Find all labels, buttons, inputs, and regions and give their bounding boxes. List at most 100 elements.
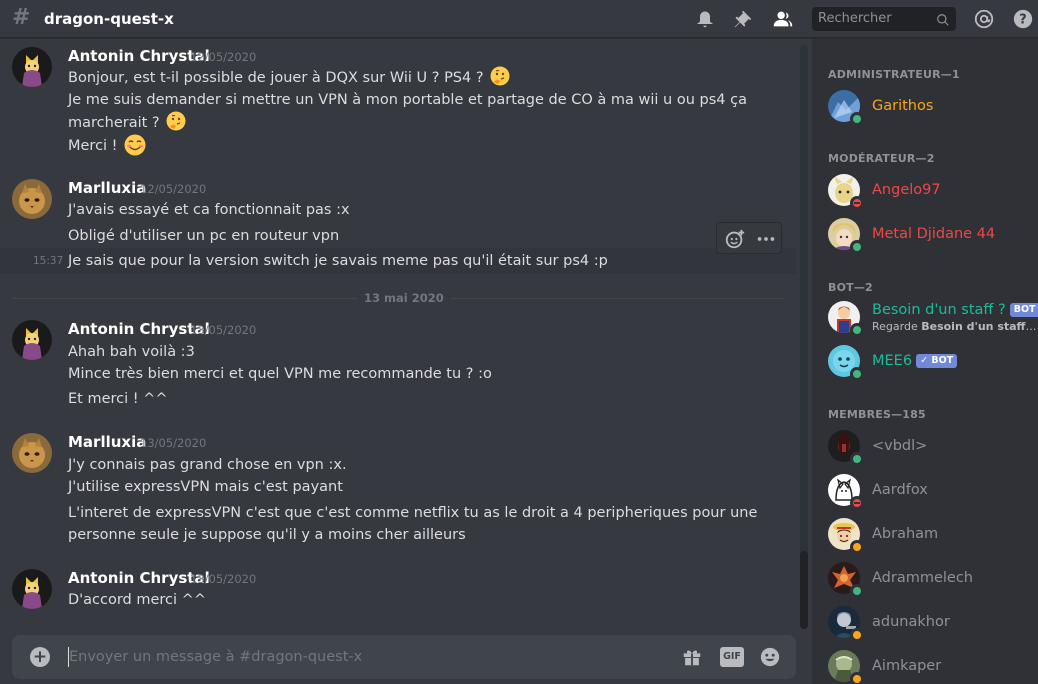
help-icon[interactable]: ? <box>1011 7 1035 31</box>
channel-name: dragon-quest-x <box>44 10 174 28</box>
gif-button[interactable]: GIF <box>720 647 744 667</box>
message-composer[interactable]: + Envoyer un message à #dragon-quest-x G… <box>12 635 796 679</box>
message-line: J'y connais pas grand chose en vpn :x. <box>68 457 347 473</box>
scrollbar-thumb[interactable] <box>800 551 808 629</box>
member-list: ADMINISTRATEUR—1 Garithos MODÉRATEUR—2 A… <box>812 39 1038 684</box>
member-activity: Regarde Besoin d'un staff ? M... <box>872 320 1038 333</box>
avatar[interactable] <box>12 47 52 87</box>
member-name: Aardfox <box>872 482 928 498</box>
member-item[interactable]: Abraham <box>820 513 1038 555</box>
status-online-indicator <box>850 112 864 126</box>
member-group-title: ADMINISTRATEUR—1 <box>828 68 960 81</box>
message-input[interactable]: Envoyer un message à #dragon-quest-x <box>69 647 362 667</box>
avatar[interactable] <box>12 179 52 219</box>
message-line: Bonjour, est t-il possible de jouer à DQ… <box>68 66 510 89</box>
message-line: personne seule je suppose qu'il y a moin… <box>68 527 466 543</box>
emoji-picker-icon[interactable] <box>758 645 782 669</box>
status-dnd-indicator <box>850 196 864 210</box>
status-dnd-indicator <box>850 496 864 510</box>
message-timestamp: 13/05/2020 <box>190 323 257 337</box>
mention-icon[interactable] <box>972 7 996 31</box>
chat-area[interactable]: Antonin Chrystal 12/05/2020 Bonjour, est… <box>0 39 812 684</box>
message-line: Et merci ! ^^ <box>68 391 168 407</box>
member-name: <vbdl> <box>872 438 928 454</box>
message-line: L'interet de expressVPN c'est que c'est … <box>68 505 758 521</box>
member-group-title: MEMBRES—185 <box>828 408 926 421</box>
message-timestamp: 13/05/2020 <box>140 436 207 450</box>
message-line: Je sais que pour la version switch je sa… <box>68 253 608 269</box>
discord-window: # dragon-quest-x Rechercher ? Antonin Ch… <box>0 0 1038 684</box>
message-line: J'utilise expressVPN mais c'est payant <box>68 479 343 495</box>
status-online-indicator <box>850 367 864 381</box>
upload-plus-icon[interactable]: + <box>30 647 50 667</box>
member-item[interactable]: Aardfox <box>820 469 1038 511</box>
avatar[interactable] <box>12 320 52 360</box>
member-name: Besoin d'un staff ? BOT <box>872 300 1038 320</box>
member-name: Angelo97 <box>872 182 941 198</box>
message-author[interactable]: Marlluxia <box>68 178 146 198</box>
avatar[interactable] <box>12 569 52 609</box>
message-timestamp: 12/05/2020 <box>190 50 257 64</box>
member-name: Adrammelech <box>872 570 973 586</box>
members-icon[interactable] <box>771 7 795 31</box>
status-idle-indicator <box>850 540 864 554</box>
message-line: Merci ! <box>68 134 146 157</box>
status-online-indicator <box>850 323 864 337</box>
scrollbar-track[interactable] <box>800 45 808 629</box>
message-author[interactable]: Antonin Chrystal <box>68 568 210 588</box>
avatar[interactable] <box>12 433 52 473</box>
message-author[interactable]: Antonin Chrystal <box>68 46 210 66</box>
search-box[interactable]: Rechercher <box>812 7 956 31</box>
member-name: MEE6 ✓ BOT <box>872 351 958 371</box>
add-reaction-icon[interactable] <box>724 228 746 254</box>
smiling-emoji-icon <box>124 134 146 156</box>
thinking-emoji-icon <box>490 66 510 86</box>
member-item[interactable]: Adrammelech <box>820 557 1038 599</box>
more-options-icon[interactable] <box>755 228 777 254</box>
date-divider-label: 13 mai 2020 <box>358 290 450 306</box>
member-name: adunakhor <box>872 614 950 630</box>
member-item[interactable]: Metal Djidane 44 <box>820 213 1038 255</box>
message-timestamp: 13/05/2020 <box>190 572 257 586</box>
gift-icon[interactable] <box>680 645 704 669</box>
thinking-emoji-icon <box>166 111 186 131</box>
status-idle-indicator <box>850 628 864 642</box>
verified-bot-tag: ✓ BOT <box>916 354 958 368</box>
pin-icon[interactable] <box>731 7 755 31</box>
message-line: D'accord merci ^^ <box>68 592 206 608</box>
message-line: Mince très bien merci et quel VPN me rec… <box>68 366 492 382</box>
member-item[interactable]: <vbdl> <box>820 425 1038 467</box>
member-name: Aimkaper <box>872 658 942 674</box>
message-toolbar <box>716 222 782 254</box>
member-item[interactable]: MEE6 ✓ BOT <box>820 340 1038 382</box>
member-item[interactable]: Angelo97 <box>820 169 1038 211</box>
message-line: Ahah bah voilà :3 <box>68 344 195 360</box>
search-placeholder: Rechercher <box>818 11 892 26</box>
channel-header: # dragon-quest-x Rechercher ? <box>0 0 1038 38</box>
message-line: J'avais essayé et ca fonctionnait pas :x <box>68 202 350 218</box>
message-line: Obligé d'utiliser un pc en routeur vpn <box>68 228 340 244</box>
status-online-indicator <box>850 452 864 466</box>
hashtag-icon: # <box>12 5 31 30</box>
status-idle-indicator <box>850 672 864 684</box>
svg-text:?: ? <box>1019 13 1026 28</box>
message-author[interactable]: Marlluxia <box>68 432 146 452</box>
member-item[interactable]: Besoin d'un staff ? BOT Regarde Besoin d'… <box>820 296 1038 338</box>
message-author[interactable]: Antonin Chrystal <box>68 319 210 339</box>
search-icon <box>936 12 950 31</box>
status-online-indicator <box>850 240 864 254</box>
bot-tag: BOT <box>1009 303 1038 317</box>
status-online-indicator <box>850 584 864 598</box>
member-item[interactable]: Aimkaper <box>820 645 1038 684</box>
member-group-title: MODÉRATEUR—2 <box>828 152 935 165</box>
message-line: marcherait ? <box>68 111 186 134</box>
member-name: Abraham <box>872 526 939 542</box>
member-item[interactable]: adunakhor <box>820 601 1038 643</box>
member-name: Metal Djidane 44 <box>872 226 996 242</box>
member-group-title: BOT—2 <box>828 281 873 294</box>
bell-icon[interactable] <box>693 7 717 31</box>
message-timestamp: 12/05/2020 <box>140 182 207 196</box>
member-item[interactable]: Garithos <box>820 85 1038 127</box>
message-line: Je me suis demander si mettre un VPN à m… <box>68 92 747 108</box>
member-name: Garithos <box>872 98 934 114</box>
